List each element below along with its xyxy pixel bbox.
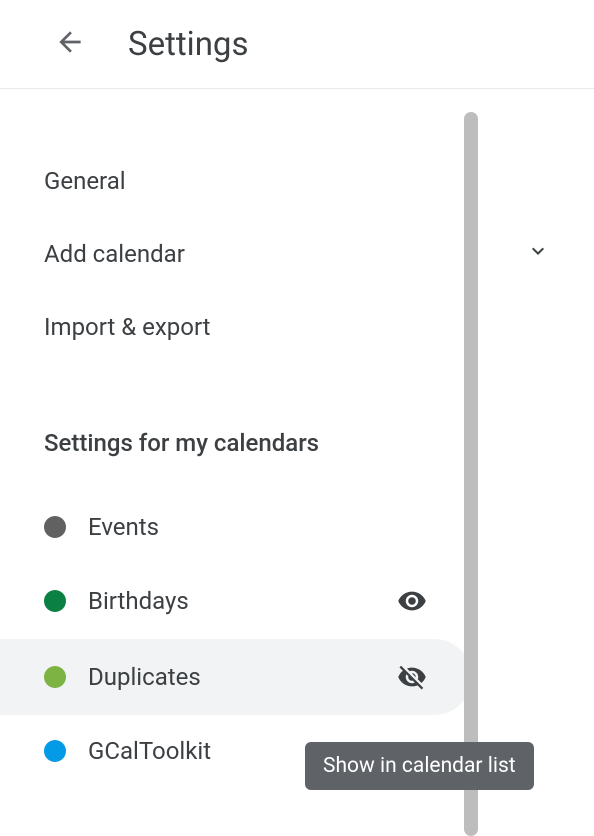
nav-import-export[interactable]: Import & export [0,291,594,363]
nav-add-calendar-label: Add calendar [44,240,185,268]
eye-off-icon[interactable] [396,661,428,693]
tooltip: Show in calendar list [305,742,534,790]
settings-content: General Add calendar Import & export Set… [0,89,594,787]
color-dot [44,740,66,762]
nav-import-export-label: Import & export [44,313,211,341]
calendar-label: Duplicates [88,663,374,691]
calendar-label: Events [88,513,428,541]
eye-icon[interactable] [396,585,428,617]
nav-add-calendar[interactable]: Add calendar [0,217,594,291]
header: Settings [0,0,594,88]
section-title: Settings for my calendars [0,407,594,479]
color-dot [44,590,66,612]
nav-general-label: General [44,167,126,195]
nav-general[interactable]: General [0,145,594,217]
scrollbar[interactable] [464,112,478,836]
chevron-down-icon [526,239,550,269]
calendar-item-birthdays[interactable]: Birthdays [0,563,472,639]
color-dot [44,666,66,688]
calendar-label: Birthdays [88,587,374,615]
page-title: Settings [128,25,249,64]
calendar-item-duplicates[interactable]: Duplicates [0,639,472,715]
color-dot [44,516,66,538]
arrow-left-icon [54,26,86,62]
back-button[interactable] [50,24,90,64]
calendar-item-events[interactable]: Events [0,491,472,563]
